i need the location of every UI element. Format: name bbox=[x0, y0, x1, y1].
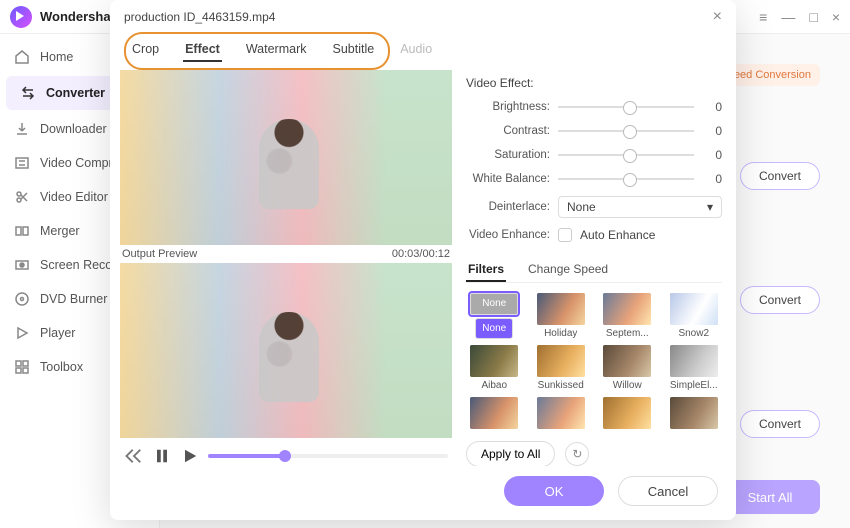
sidebar-item-label: Merger bbox=[40, 224, 80, 238]
saturation-label: Saturation: bbox=[466, 149, 550, 161]
filter-septem[interactable]: Septem... bbox=[599, 293, 656, 339]
white-balance-value: 0 bbox=[702, 172, 722, 186]
compress-icon bbox=[14, 155, 30, 171]
record-icon bbox=[14, 257, 30, 273]
filter-holiday[interactable]: Holiday bbox=[533, 293, 590, 339]
prev-icon[interactable] bbox=[124, 446, 144, 466]
video-effect-title: Video Effect: bbox=[466, 76, 722, 90]
convert-button[interactable]: Convert bbox=[740, 286, 820, 314]
player-controls bbox=[120, 438, 452, 466]
scissors-icon bbox=[14, 189, 30, 205]
filter-label: Willow bbox=[613, 380, 642, 391]
convert-button[interactable]: Convert bbox=[740, 162, 820, 190]
filter-label: Septem... bbox=[606, 328, 649, 339]
contrast-value: 0 bbox=[702, 124, 722, 138]
white-balance-slider[interactable] bbox=[558, 178, 694, 180]
filter-extra[interactable] bbox=[466, 397, 523, 429]
brightness-value: 0 bbox=[702, 100, 722, 114]
filter-label: Snow2 bbox=[678, 328, 709, 339]
effect-dialog: production ID_4463159.mp4 × Crop Effect Wa… bbox=[110, 0, 736, 520]
filters-grid: NoneNone Holiday Septem... Snow2 Aibao Sunkis… bbox=[466, 293, 722, 429]
white-balance-label: White Balance: bbox=[466, 173, 550, 185]
cancel-button[interactable]: Cancel bbox=[618, 476, 718, 506]
sidebar-item-label: Player bbox=[40, 326, 75, 340]
output-preview-label: Output Preview bbox=[122, 248, 197, 260]
menu-icon[interactable]: ≡ bbox=[759, 9, 767, 25]
saturation-value: 0 bbox=[702, 148, 722, 162]
download-icon bbox=[14, 121, 30, 137]
filter-aibao[interactable]: Aibao bbox=[466, 345, 523, 391]
filter-none[interactable]: NoneNone bbox=[466, 293, 523, 339]
auto-enhance-checkbox[interactable] bbox=[558, 228, 572, 242]
tab-subtitle[interactable]: Subtitle bbox=[330, 38, 376, 62]
pause-icon[interactable] bbox=[152, 446, 172, 466]
sidebar-item-label: DVD Burner bbox=[40, 292, 107, 306]
sidebar-item-label: Converter bbox=[46, 86, 105, 100]
minimize-icon[interactable]: — bbox=[781, 9, 795, 25]
sidebar-item-label: Home bbox=[40, 50, 73, 64]
input-preview bbox=[120, 70, 452, 245]
video-enhance-label: Video Enhance: bbox=[466, 229, 550, 241]
filter-label: Holiday bbox=[544, 328, 577, 339]
sub-tab-filters[interactable]: Filters bbox=[466, 258, 506, 282]
dialog-tabs: Crop Effect Watermark Subtitle Audio bbox=[110, 34, 736, 70]
filter-label: SimpleEl... bbox=[670, 380, 718, 391]
deinterlace-select[interactable]: None▾ bbox=[558, 196, 722, 218]
filter-label: Aibao bbox=[481, 380, 507, 391]
disc-icon bbox=[14, 291, 30, 307]
filter-simpleel[interactable]: SimpleEl... bbox=[666, 345, 723, 391]
filter-sunkissed[interactable]: Sunkissed bbox=[533, 345, 590, 391]
saturation-slider[interactable] bbox=[558, 154, 694, 156]
brightness-label: Brightness: bbox=[466, 101, 550, 113]
home-icon bbox=[14, 49, 30, 65]
contrast-label: Contrast: bbox=[466, 125, 550, 137]
contrast-slider[interactable] bbox=[558, 130, 694, 132]
filter-snow2[interactable]: Snow2 bbox=[666, 293, 723, 339]
filter-extra[interactable] bbox=[666, 397, 723, 429]
sidebar-item-label: Downloader bbox=[40, 122, 107, 136]
auto-enhance-text: Auto Enhance bbox=[580, 228, 655, 242]
play-icon bbox=[14, 325, 30, 341]
filter-label: Sunkissed bbox=[538, 380, 584, 391]
sub-tab-change-speed[interactable]: Change Speed bbox=[526, 258, 610, 282]
filter-label: None bbox=[475, 318, 513, 340]
converter-icon bbox=[20, 85, 36, 101]
reset-icon[interactable]: ↻ bbox=[565, 442, 589, 466]
dialog-close-icon[interactable]: × bbox=[713, 8, 722, 26]
close-icon[interactable]: × bbox=[832, 9, 840, 25]
tab-audio: Audio bbox=[398, 38, 434, 62]
convert-button[interactable]: Convert bbox=[740, 410, 820, 438]
filter-extra[interactable] bbox=[599, 397, 656, 429]
filter-willow[interactable]: Willow bbox=[599, 345, 656, 391]
sidebar-item-label: Video Editor bbox=[40, 190, 108, 204]
merge-icon bbox=[14, 223, 30, 239]
tab-watermark[interactable]: Watermark bbox=[244, 38, 309, 62]
app-logo-icon bbox=[10, 6, 32, 28]
play-icon[interactable] bbox=[180, 446, 200, 466]
timecode: 00:03/00:12 bbox=[392, 248, 450, 260]
tab-effect[interactable]: Effect bbox=[183, 38, 222, 62]
deinterlace-label: Deinterlace: bbox=[466, 201, 550, 213]
brightness-slider[interactable] bbox=[558, 106, 694, 108]
output-preview bbox=[120, 263, 452, 438]
chevron-down-icon: ▾ bbox=[707, 200, 713, 214]
progress-slider[interactable] bbox=[208, 454, 448, 458]
apply-to-all-button[interactable]: Apply to All bbox=[466, 441, 555, 466]
toolbox-icon bbox=[14, 359, 30, 375]
maximize-icon[interactable]: □ bbox=[809, 9, 817, 25]
dialog-filename: production ID_4463159.mp4 bbox=[124, 10, 275, 24]
tab-crop[interactable]: Crop bbox=[130, 38, 161, 62]
effect-sub-tabs: Filters Change Speed bbox=[466, 258, 722, 283]
ok-button[interactable]: OK bbox=[504, 476, 604, 506]
sidebar-item-label: Toolbox bbox=[40, 360, 83, 374]
filter-extra[interactable] bbox=[533, 397, 590, 429]
